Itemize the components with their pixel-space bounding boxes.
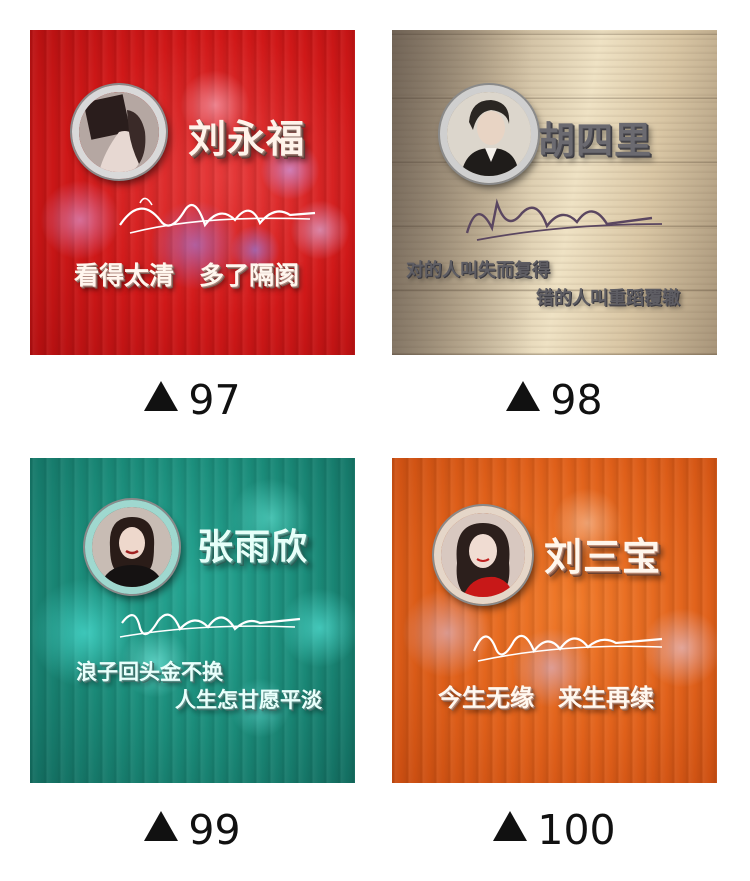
card-name: 刘三宝 <box>544 535 662 579</box>
portrait-woman-in-black-icon <box>92 507 172 587</box>
score-label-3: 99 <box>30 806 355 854</box>
up-triangle-icon <box>144 381 179 411</box>
card-name: 胡四里 <box>538 119 652 162</box>
score-value: 99 <box>188 806 241 854</box>
avatar <box>440 85 538 183</box>
signature-card-2[interactable]: 胡四里 对的人叫失而复得 错的人叫重蹈覆辙 <box>392 30 717 355</box>
card-slogan: 看得太清 多了隔阂 <box>74 261 300 290</box>
handwritten-signature-icon <box>119 613 301 638</box>
avatar <box>72 85 166 179</box>
up-triangle-icon <box>144 811 179 841</box>
card-slogan-line-1: 浪子回头金不换 <box>76 660 223 684</box>
up-triangle-icon <box>506 381 541 411</box>
score-value: 98 <box>550 376 603 424</box>
portrait-young-man-icon <box>447 92 531 176</box>
up-triangle-icon <box>493 811 528 841</box>
portrait-woman-hiding-face-icon <box>79 92 159 172</box>
score-value: 100 <box>537 806 616 854</box>
signature-card-3[interactable]: 张雨欣 浪子回头金不换 人生怎甘愿平淡 <box>30 458 355 783</box>
handwritten-signature-icon <box>465 198 663 241</box>
score-value: 97 <box>188 376 241 424</box>
signature-card-1[interactable]: 刘永福 看得太清 多了隔阂 <box>30 30 355 355</box>
card-slogan-line-1: 对的人叫失而复得 <box>406 260 550 281</box>
card-slogan: 今生无缘 来生再续 <box>438 684 654 712</box>
score-label-2: 98 <box>392 376 717 424</box>
card-name: 刘永福 <box>188 117 306 161</box>
signature-card-4[interactable]: 刘三宝 今生无缘 来生再续 <box>392 458 717 783</box>
portrait-woman-in-red-icon <box>441 513 525 597</box>
card-name: 张雨欣 <box>197 527 309 568</box>
handwritten-signature-icon <box>119 197 316 234</box>
score-label-4: 100 <box>392 806 717 854</box>
avatar <box>434 506 532 604</box>
card-slogan-line-2: 错的人叫重蹈覆辙 <box>536 288 680 309</box>
card-slogan-line-2: 人生怎甘愿平淡 <box>175 688 322 712</box>
avatar <box>85 500 179 594</box>
handwritten-signature-icon <box>472 634 663 662</box>
score-label-1: 97 <box>30 376 355 424</box>
